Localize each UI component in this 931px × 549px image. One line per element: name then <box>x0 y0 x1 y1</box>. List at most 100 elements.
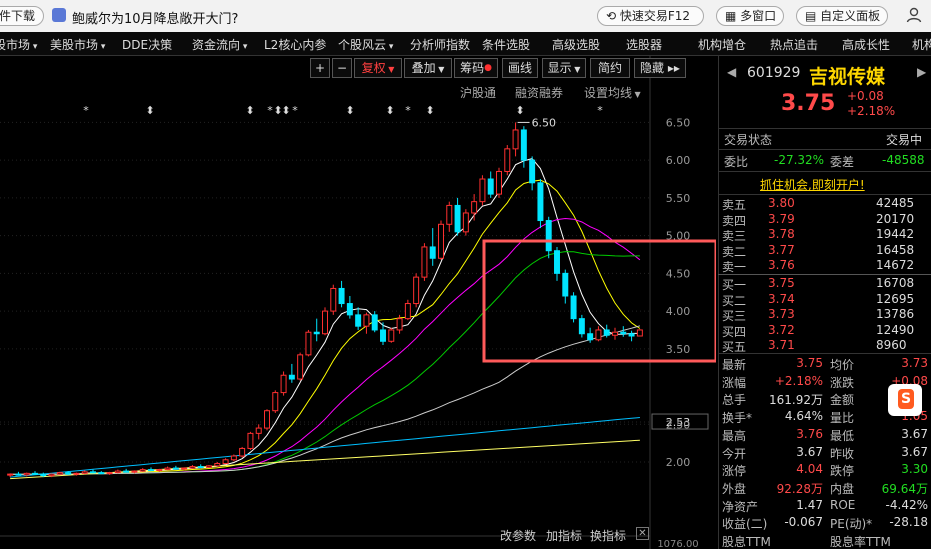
ask-row[interactable]: 卖三 3.78 19442 <box>718 227 931 244</box>
menu-item[interactable]: 美股市场 ▾ <box>50 36 105 53</box>
stat-label: 涨跌 <box>830 375 855 390</box>
next-stock-icon[interactable]: ▶ <box>917 65 926 79</box>
user-icon[interactable] <box>906 7 922 23</box>
candle-body <box>106 472 113 475</box>
candle-body <box>222 459 229 465</box>
bid-row[interactable]: 买二 3.74 12695 <box>718 292 931 309</box>
level-label: 买二 <box>722 293 747 308</box>
menu-item[interactable]: 资金流向 ▾ <box>192 36 247 53</box>
ma30-line <box>10 251 640 476</box>
level-volume: 13786 <box>876 307 915 321</box>
ask-row[interactable]: 卖二 3.77 16458 <box>718 243 931 260</box>
prev-stock-icon[interactable]: ◀ <box>727 65 736 79</box>
stat-value: 3.73 <box>901 356 928 370</box>
multi-window-button[interactable]: ▦ 多窗口 <box>716 6 784 26</box>
candle-body <box>471 201 478 214</box>
draw-line-button[interactable]: 画线 <box>502 58 538 78</box>
candle-body <box>7 473 14 476</box>
software-download-button[interactable]: 软件下载 <box>0 6 45 26</box>
fuquan-label: 复权 <box>361 61 386 75</box>
menu-item-label: 美股市场 <box>50 38 99 52</box>
hk-connect-tab[interactable]: 沪股通 <box>460 84 496 101</box>
candle-body <box>131 470 138 473</box>
candle-body <box>239 447 246 457</box>
menu-item[interactable]: 个股风云 ▾ <box>338 36 393 53</box>
stat-value: 161.92万 <box>769 393 823 408</box>
bid-row[interactable]: 买一 3.75 16708 <box>718 276 931 293</box>
add-indicator-button[interactable]: 加指标 <box>546 527 582 544</box>
quick-trade-button[interactable]: ⟲ 快速交易F12 <box>597 6 704 26</box>
custom-panel-button[interactable]: ▤ 自定义面板 <box>796 6 888 26</box>
menu-item[interactable]: 机构增仓 <box>698 36 746 53</box>
overlay-button[interactable]: 叠加 ▼ <box>404 58 452 78</box>
candle-body <box>479 178 486 203</box>
candle-body <box>330 287 337 312</box>
level-price: 3.72 <box>768 322 795 337</box>
switch-indicator-button[interactable]: 换指标 <box>590 527 626 544</box>
ma-settings-tab[interactable]: 设置均线 ▼ <box>584 84 641 101</box>
event-marker-icon: ⬍ <box>145 104 154 117</box>
event-marker-icon: ⬍ <box>425 104 434 117</box>
trade-status-label: 交易状态 <box>724 133 773 147</box>
candle-body <box>487 178 494 195</box>
menu-item[interactable]: 机构 <box>912 36 931 53</box>
chips-button[interactable]: 筹码● <box>454 58 498 78</box>
stat-label: 今开 <box>722 446 747 461</box>
menu-item[interactable]: 热点追击 <box>770 36 818 53</box>
candle-body <box>396 318 403 331</box>
s-logo-icon: S <box>898 389 914 409</box>
stat-value: 4.04 <box>796 462 823 477</box>
menu-item[interactable]: L2核心内参 <box>264 36 326 53</box>
ask-row[interactable]: 卖四 3.79 20170 <box>718 212 931 229</box>
stock-header: ◀ 601929 吉视传媒 ▶ <box>719 63 931 88</box>
menu-item[interactable]: 高成长性 <box>842 36 890 53</box>
stat-value: 3.76 <box>796 426 823 441</box>
menu-item[interactable]: 分析师指数 <box>410 36 470 53</box>
stats-row: 涨停 4.04 跌停 3.30 <box>718 462 931 479</box>
candle-body <box>48 473 55 477</box>
ma-settings-label: 设置均线 <box>584 86 633 100</box>
stat-label: ROE <box>830 497 856 512</box>
level-price: 3.74 <box>768 291 795 306</box>
level-price: 3.78 <box>768 227 795 241</box>
stat-label: 收益(二) <box>722 517 768 532</box>
kline-chart-panel[interactable]: 6.50 6.00 5.50 5.00 4.50 4.00 3.50 2.53 2.50 2.00… <box>0 56 716 549</box>
hide-button[interactable]: 隐藏 ▸▸ <box>634 58 686 78</box>
candle-body <box>512 129 519 150</box>
asterisk-marker-icon: * <box>597 104 603 117</box>
edit-params-button[interactable]: 改参数 <box>500 527 536 544</box>
level-label: 买三 <box>722 309 747 323</box>
menu-item[interactable]: 条件选股 <box>482 36 530 53</box>
weibi-row: 委比 -27.32% 委差 -48588 <box>718 153 931 170</box>
kline-chart[interactable]: 6.506.005.505.004.504.003.502.532.502.00… <box>0 56 716 549</box>
y-tick-label: 3.50 <box>666 343 691 356</box>
close-icon[interactable]: ✕ <box>636 527 649 540</box>
menu-item[interactable]: 股市场 ▾ <box>0 36 37 53</box>
display-label: 显示 <box>547 61 572 75</box>
fuquan-button[interactable]: 复权 ▼ <box>354 58 402 78</box>
event-marker-icon: ⬍ <box>345 104 354 117</box>
display-button[interactable]: 显示 ▼ <box>542 58 586 78</box>
dropdown-icon: ▼ <box>435 65 445 74</box>
open-account-link[interactable]: 抓住机会,即刻开户! <box>760 176 865 193</box>
ask-row[interactable]: 卖五 3.80 42485 <box>718 196 931 213</box>
menu-item[interactable]: 高级选股 <box>552 36 600 53</box>
menu-item[interactable]: 选股器 <box>626 36 662 53</box>
bid-row[interactable]: 买三 3.73 13786 <box>718 307 931 324</box>
floating-s-button[interactable]: S <box>888 384 922 416</box>
zoom-in-button[interactable]: + <box>310 58 330 78</box>
ask-row[interactable]: 卖一 3.76 14672 <box>718 258 931 275</box>
zoom-out-button[interactable]: − <box>332 58 352 78</box>
candle-body <box>73 472 80 475</box>
level-volume: 12490 <box>876 322 915 337</box>
stat-value: 3.67 <box>901 426 928 441</box>
news-headline-link[interactable]: 鲍威尔为10月降息敞开大门? <box>72 8 238 27</box>
menu-item[interactable]: DDE决策 <box>122 36 172 53</box>
bid-row[interactable]: 买四 3.72 12490 <box>718 323 931 340</box>
simple-mode-button[interactable]: 简约 <box>590 58 630 78</box>
stat-label: 外盘 <box>722 481 747 496</box>
candle-body <box>612 331 618 336</box>
candle-body <box>578 318 585 335</box>
margin-trading-tab[interactable]: 融资融券 <box>515 84 563 101</box>
stat-label: 涨幅 <box>722 375 747 390</box>
